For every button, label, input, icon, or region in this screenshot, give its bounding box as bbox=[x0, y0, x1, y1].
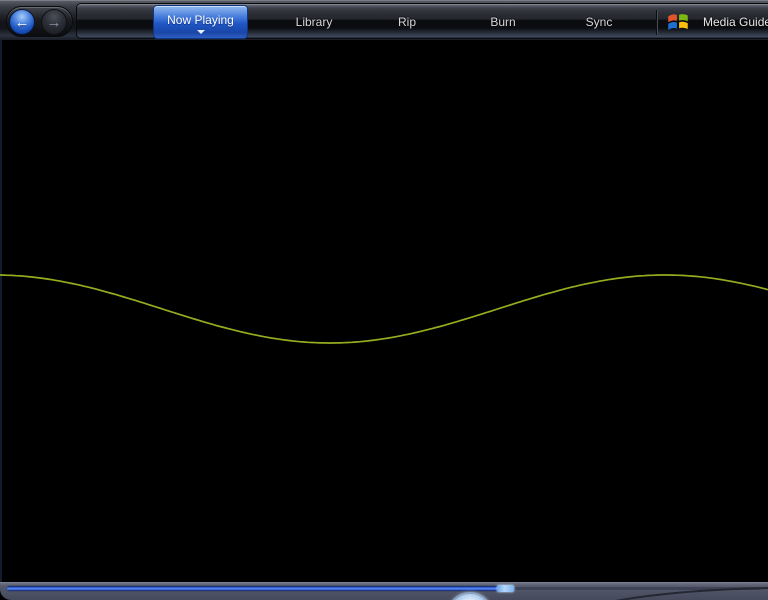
chevron-down-icon[interactable] bbox=[197, 30, 205, 34]
forward-button[interactable]: → bbox=[41, 9, 67, 35]
scope-waveform bbox=[0, 40, 768, 582]
playback-controls-bar bbox=[0, 582, 768, 600]
visualization-area bbox=[0, 40, 768, 582]
back-icon: ← bbox=[15, 14, 30, 31]
media-player-window: Now Playing Library Rip Burn Sync Media … bbox=[0, 0, 768, 600]
tab-separator bbox=[656, 10, 657, 35]
tab-now-playing-label: Now Playing bbox=[154, 13, 247, 27]
windows-logo-icon bbox=[665, 9, 691, 35]
tab-burn[interactable]: Burn bbox=[490, 4, 515, 40]
tab-now-playing[interactable]: Now Playing bbox=[153, 5, 248, 39]
back-button[interactable]: ← bbox=[9, 9, 35, 35]
top-navigation-bar: Now Playing Library Rip Burn Sync Media … bbox=[0, 0, 768, 40]
tab-media-guide[interactable]: Media Guide bbox=[665, 4, 768, 40]
nav-buttons: ← → bbox=[6, 6, 73, 37]
tab-library[interactable]: Library bbox=[296, 4, 333, 40]
seek-bar[interactable] bbox=[7, 586, 761, 592]
forward-icon: → bbox=[47, 14, 62, 31]
seek-thumb[interactable] bbox=[497, 585, 514, 592]
seek-progress-fill bbox=[7, 586, 497, 591]
tab-strip: Now Playing Library Rip Burn Sync Media … bbox=[76, 3, 768, 39]
media-guide-label: Media Guide bbox=[703, 15, 768, 29]
tab-sync[interactable]: Sync bbox=[586, 4, 613, 40]
play-button[interactable] bbox=[447, 592, 493, 600]
tab-rip[interactable]: Rip bbox=[398, 4, 416, 40]
